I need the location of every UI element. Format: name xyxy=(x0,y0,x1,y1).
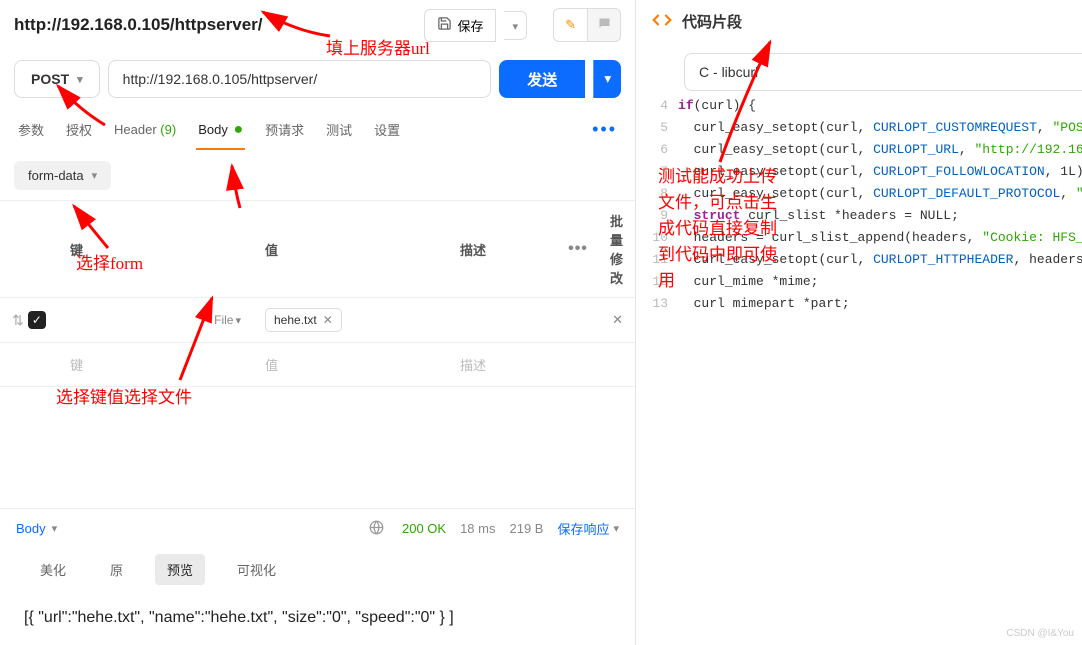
tab-body[interactable]: Body ● xyxy=(198,117,243,143)
key-input-placeholder[interactable]: 键 xyxy=(58,345,253,384)
comment-icon xyxy=(597,16,612,34)
file-chip: hehe.txt ✕ xyxy=(265,308,342,332)
send-dropdown-button[interactable]: ▾ xyxy=(593,60,621,98)
type-select[interactable]: File ▾ xyxy=(214,313,241,327)
remove-file-button[interactable]: ✕ xyxy=(323,313,333,327)
code-line: 4if(curl) { xyxy=(640,95,1082,117)
edit-button[interactable]: ✎ xyxy=(553,8,587,42)
resp-tab-preview[interactable]: 预览 xyxy=(155,554,205,585)
code-line: 6 curl_easy_setopt(curl, CURLOPT_URL, "h… xyxy=(640,139,1082,161)
delete-row-button[interactable]: ✕ xyxy=(612,312,623,327)
status-code: 200 OK xyxy=(402,521,446,536)
value-input[interactable]: hehe.txt ✕ xyxy=(253,298,448,342)
response-body-select[interactable]: Body ▾ xyxy=(16,521,57,536)
chevron-down-icon: ▾ xyxy=(604,71,611,86)
chevron-down-icon: ▾ xyxy=(92,169,98,182)
code-line: 11 curl_easy_setopt(curl, CURLOPT_HTTPHE… xyxy=(640,249,1082,271)
tab-params[interactable]: 参数 xyxy=(18,116,44,143)
url-input[interactable]: http://192.168.0.105/httpserver/ xyxy=(108,60,492,98)
code-line: 7 curl_easy_setopt(curl, CURLOPT_FOLLOWL… xyxy=(640,161,1082,183)
tab-test[interactable]: 测试 xyxy=(326,116,352,143)
drag-icon[interactable]: ⇅ xyxy=(12,312,24,329)
col-desc: 描述 xyxy=(448,230,558,269)
body-type-select[interactable]: form-data ▾ xyxy=(14,161,111,190)
resp-tab-beautify[interactable]: 美化 xyxy=(28,554,78,585)
code-line: 5 curl_easy_setopt(curl, CURLOPT_CUSTOMR… xyxy=(640,117,1082,139)
comment-button[interactable] xyxy=(587,8,621,42)
code-line: 10 headers = curl_slist_append(headers, … xyxy=(640,227,1082,249)
chevron-down-icon: ▾ xyxy=(77,73,83,86)
params-table: 键 值 描述 ••• 批量修改 ⇅ ✓ File ▾ xyxy=(0,200,635,387)
save-button[interactable]: 保存 xyxy=(424,9,496,42)
response-time: 18 ms xyxy=(460,521,495,536)
code-line: 8 curl_easy_setopt(curl, CURLOPT_DEFAULT… xyxy=(640,183,1082,205)
code-panel-title: 代码片段 xyxy=(682,11,742,32)
pencil-icon: ✎ xyxy=(565,17,576,33)
tab-auth[interactable]: 授权 xyxy=(66,116,92,143)
resp-tab-raw[interactable]: 原 xyxy=(98,554,135,585)
response-body: [{ "url":"hehe.txt", "name":"hehe.txt", … xyxy=(0,591,635,645)
table-row: ⇅ ✓ File ▾ hehe.txt ✕ xyxy=(0,298,635,343)
code-icon xyxy=(652,10,672,33)
key-input[interactable]: File ▾ xyxy=(58,303,253,337)
send-button[interactable]: 发送 xyxy=(499,60,585,98)
method-select[interactable]: POST ▾ xyxy=(14,60,100,98)
col-value: 值 xyxy=(253,230,448,269)
table-row-new[interactable]: 键 值 描述 xyxy=(0,343,635,387)
globe-icon xyxy=(369,520,384,538)
tab-more-button[interactable]: ••• xyxy=(592,119,617,140)
col-key: 键 xyxy=(58,230,253,269)
page-title: http://192.168.0.105/httpserver/ xyxy=(14,15,416,35)
code-line: 12 curl_mime *mime; xyxy=(640,271,1082,293)
resp-tab-visualize[interactable]: 可视化 xyxy=(225,554,288,585)
tab-settings[interactable]: 设置 xyxy=(374,116,400,143)
save-icon xyxy=(437,16,452,34)
row-checkbox[interactable]: ✓ xyxy=(28,311,46,329)
chevron-down-icon: ▾ xyxy=(52,522,58,535)
code-line: 13 curl mimepart *part; xyxy=(640,293,1082,315)
col-more-button[interactable]: ••• xyxy=(558,240,598,258)
value-input-placeholder[interactable]: 值 xyxy=(253,345,448,384)
language-select[interactable]: C - libcurl ▾ xyxy=(684,53,1082,91)
chevron-down-icon: ▾ xyxy=(512,21,518,33)
desc-input[interactable] xyxy=(448,310,558,330)
chevron-down-icon: ▾ xyxy=(235,314,241,327)
dot-icon: ● xyxy=(233,121,243,138)
chevron-down-icon: ▾ xyxy=(613,522,619,535)
code-line: 9 struct curl_slist *headers = NULL; xyxy=(640,205,1082,227)
response-size: 219 B xyxy=(509,521,543,536)
save-response-button[interactable]: 保存响应 ▾ xyxy=(557,519,619,538)
watermark: CSDN @I&You xyxy=(1006,628,1074,639)
save-dropdown-button[interactable]: ▾ xyxy=(504,11,527,40)
tab-prerequest[interactable]: 预请求 xyxy=(265,116,304,143)
tab-header[interactable]: Header (9) xyxy=(114,118,176,141)
code-snippet[interactable]: 4if(curl) {5 curl_easy_setopt(curl, CURL… xyxy=(636,95,1082,645)
bulk-edit-button[interactable]: 批量修改 xyxy=(598,201,635,297)
desc-input-placeholder[interactable]: 描述 xyxy=(448,345,558,384)
